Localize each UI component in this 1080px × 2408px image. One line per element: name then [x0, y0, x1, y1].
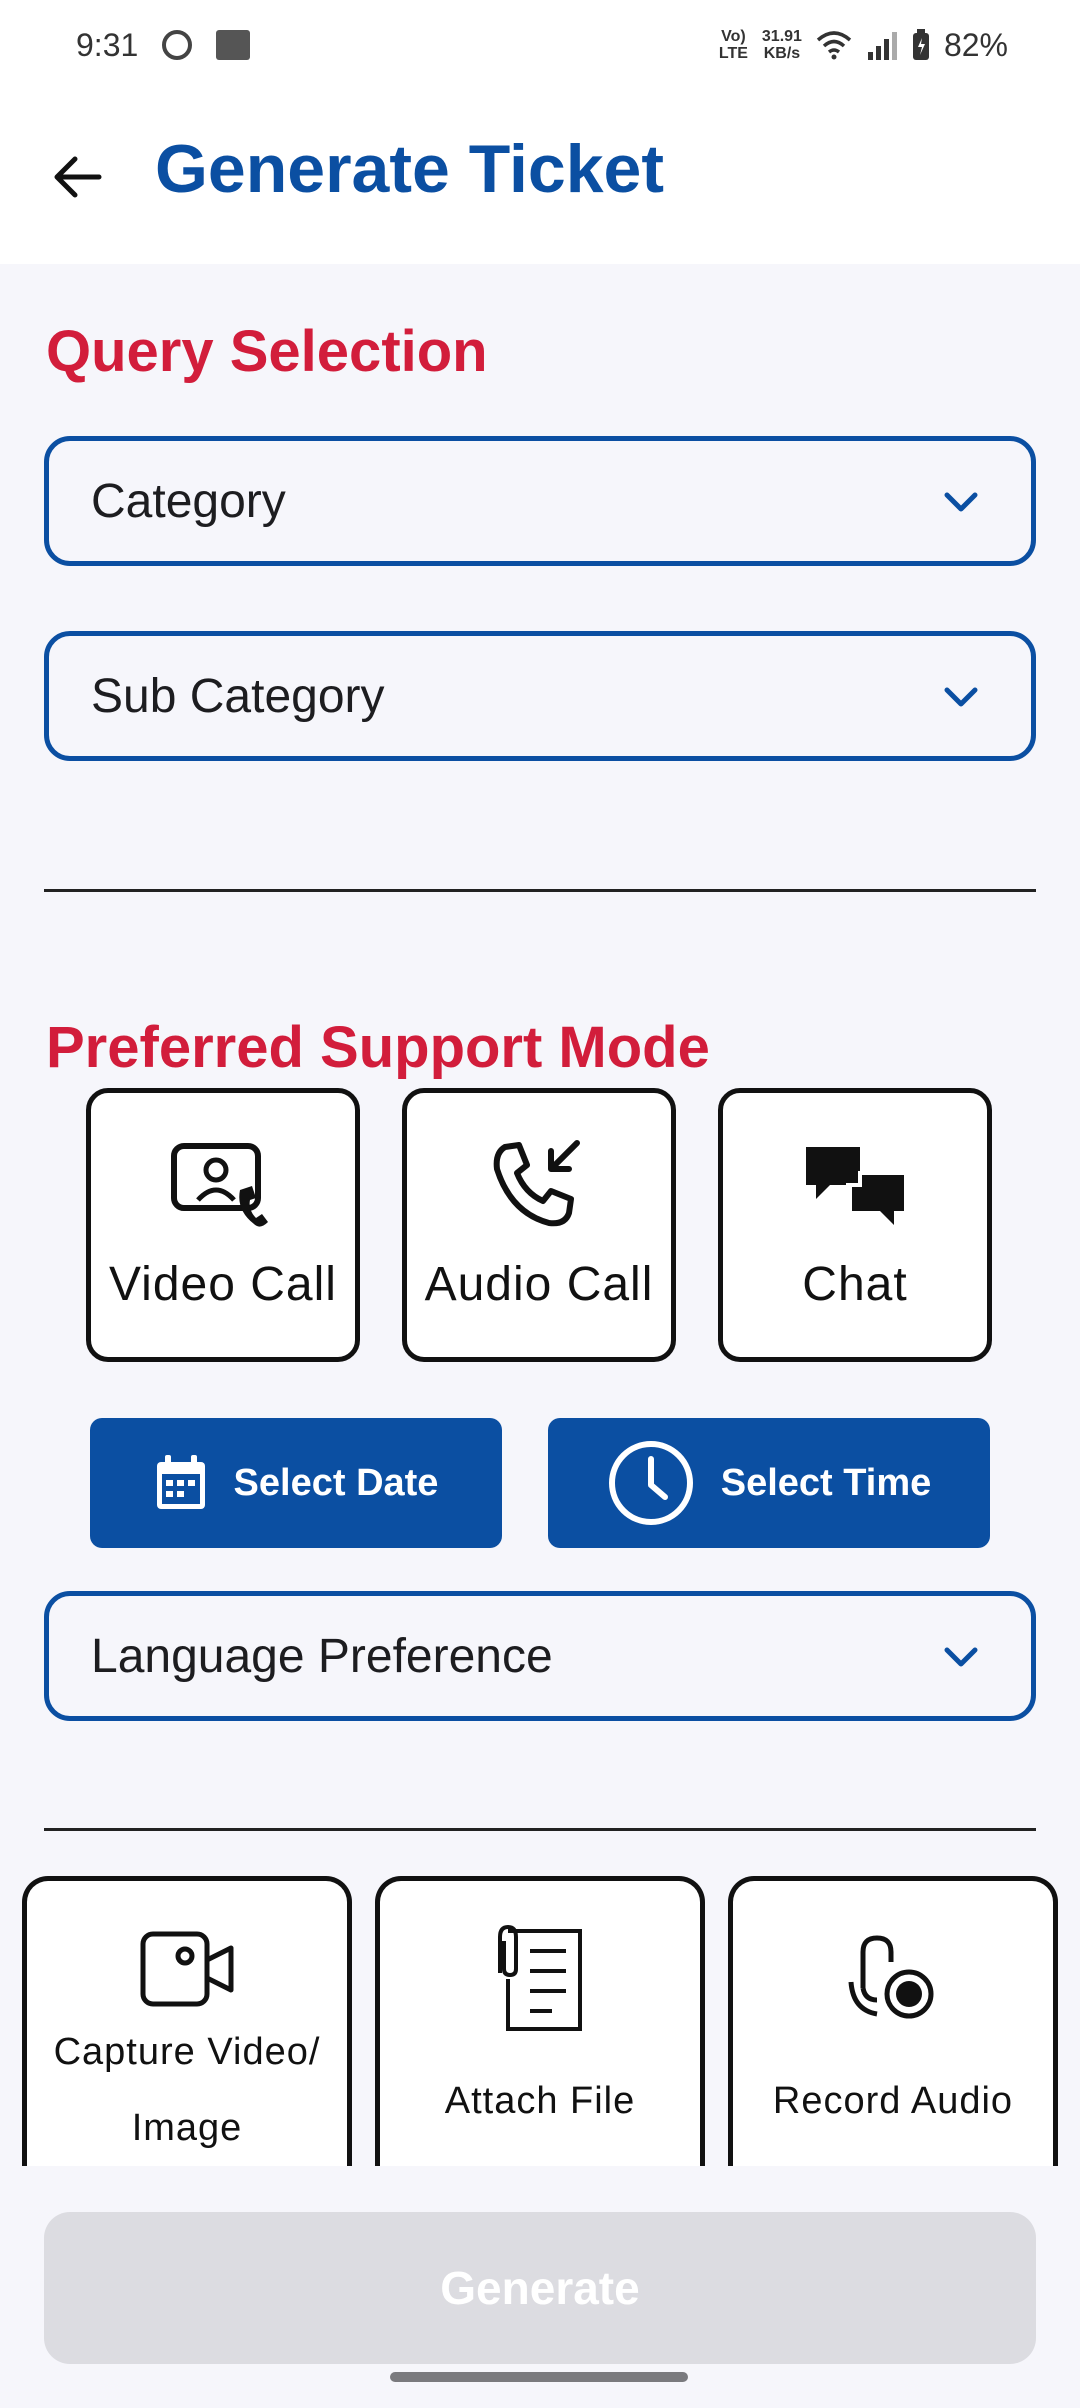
- divider: [44, 889, 1036, 892]
- audio-call-icon: [493, 1140, 580, 1227]
- record-audio-option[interactable]: Record Audio: [728, 1876, 1058, 2166]
- app-badge-icon: [216, 30, 251, 60]
- volte-bottom: LTE: [718, 45, 748, 62]
- attach-file-option[interactable]: Attach File: [375, 1876, 705, 2166]
- calendar-icon: [156, 1455, 205, 1509]
- video-call-label: Video Call: [109, 1258, 337, 1311]
- home-indicator[interactable]: [390, 2372, 688, 2382]
- volte-top: Vo): [721, 28, 746, 45]
- generate-button[interactable]: Generate: [44, 2212, 1036, 2364]
- sub-category-dropdown[interactable]: Sub Category: [44, 631, 1036, 761]
- category-dropdown[interactable]: Category: [44, 436, 1036, 566]
- audio-call-label: Audio Call: [424, 1258, 654, 1311]
- select-time-label: Select Time: [720, 1461, 932, 1504]
- page-title: Generate Ticket: [155, 131, 665, 207]
- capture-video-image-option[interactable]: Capture Video/ Image: [22, 1876, 352, 2166]
- record-audio-icon: [848, 1935, 934, 2019]
- select-time-button[interactable]: Select Time: [548, 1418, 990, 1548]
- signal-icon: [867, 32, 897, 60]
- video-call-icon: [171, 1143, 268, 1227]
- status-bar: 9:31 Vo) LTE 31.91 KB/s 82%: [0, 0, 1080, 90]
- screen: 9:31 Vo) LTE 31.91 KB/s 82% Generate Tic…: [0, 0, 1080, 2408]
- wifi-icon: [816, 31, 852, 60]
- chat-icon: [806, 1147, 904, 1225]
- volte-icon: Vo) LTE: [719, 28, 748, 62]
- app-bar: Generate Ticket: [0, 90, 1080, 264]
- support-mode-title: Preferred Support Mode: [46, 1015, 710, 1080]
- select-date-button[interactable]: Select Date: [90, 1418, 502, 1548]
- attach-file-label: Attach File: [444, 2080, 636, 2122]
- divider: [44, 1828, 1036, 1831]
- battery-icon: [912, 29, 929, 60]
- chat-option[interactable]: Chat: [718, 1088, 992, 1362]
- query-selection-title: Query Selection: [46, 319, 488, 384]
- face-icon: [162, 30, 193, 60]
- chevron-down-icon: [944, 1647, 978, 1667]
- record-audio-label: Record Audio: [772, 2080, 1014, 2122]
- capture-label-line1: Capture Video/: [53, 2031, 321, 2073]
- video-call-option[interactable]: Video Call: [86, 1088, 360, 1362]
- attach-file-icon: [498, 1924, 582, 2031]
- language-preference-dropdown[interactable]: Language Preference: [44, 1591, 1036, 1721]
- sub-category-label: Sub Category: [91, 669, 385, 723]
- category-label: Category: [91, 474, 286, 528]
- camera-icon: [140, 1931, 234, 2006]
- language-preference-label: Language Preference: [91, 1629, 553, 1683]
- chevron-down-icon: [944, 687, 978, 707]
- back-button[interactable]: [44, 144, 110, 210]
- speed-unit: KB/s: [763, 45, 801, 62]
- speed-value: 31.91: [761, 28, 802, 45]
- status-time: 9:31: [76, 26, 139, 63]
- chat-label: Chat: [802, 1258, 908, 1311]
- network-speed: 31.91 KB/s: [762, 28, 802, 62]
- chevron-down-icon: [944, 492, 978, 512]
- clock-icon: [608, 1441, 693, 1525]
- capture-label-line2: Image: [131, 2107, 243, 2149]
- select-date-label: Select Date: [233, 1461, 439, 1504]
- battery-percent: 82%: [943, 26, 1008, 63]
- audio-call-option[interactable]: Audio Call: [402, 1088, 676, 1362]
- arrow-left-icon: [54, 156, 102, 198]
